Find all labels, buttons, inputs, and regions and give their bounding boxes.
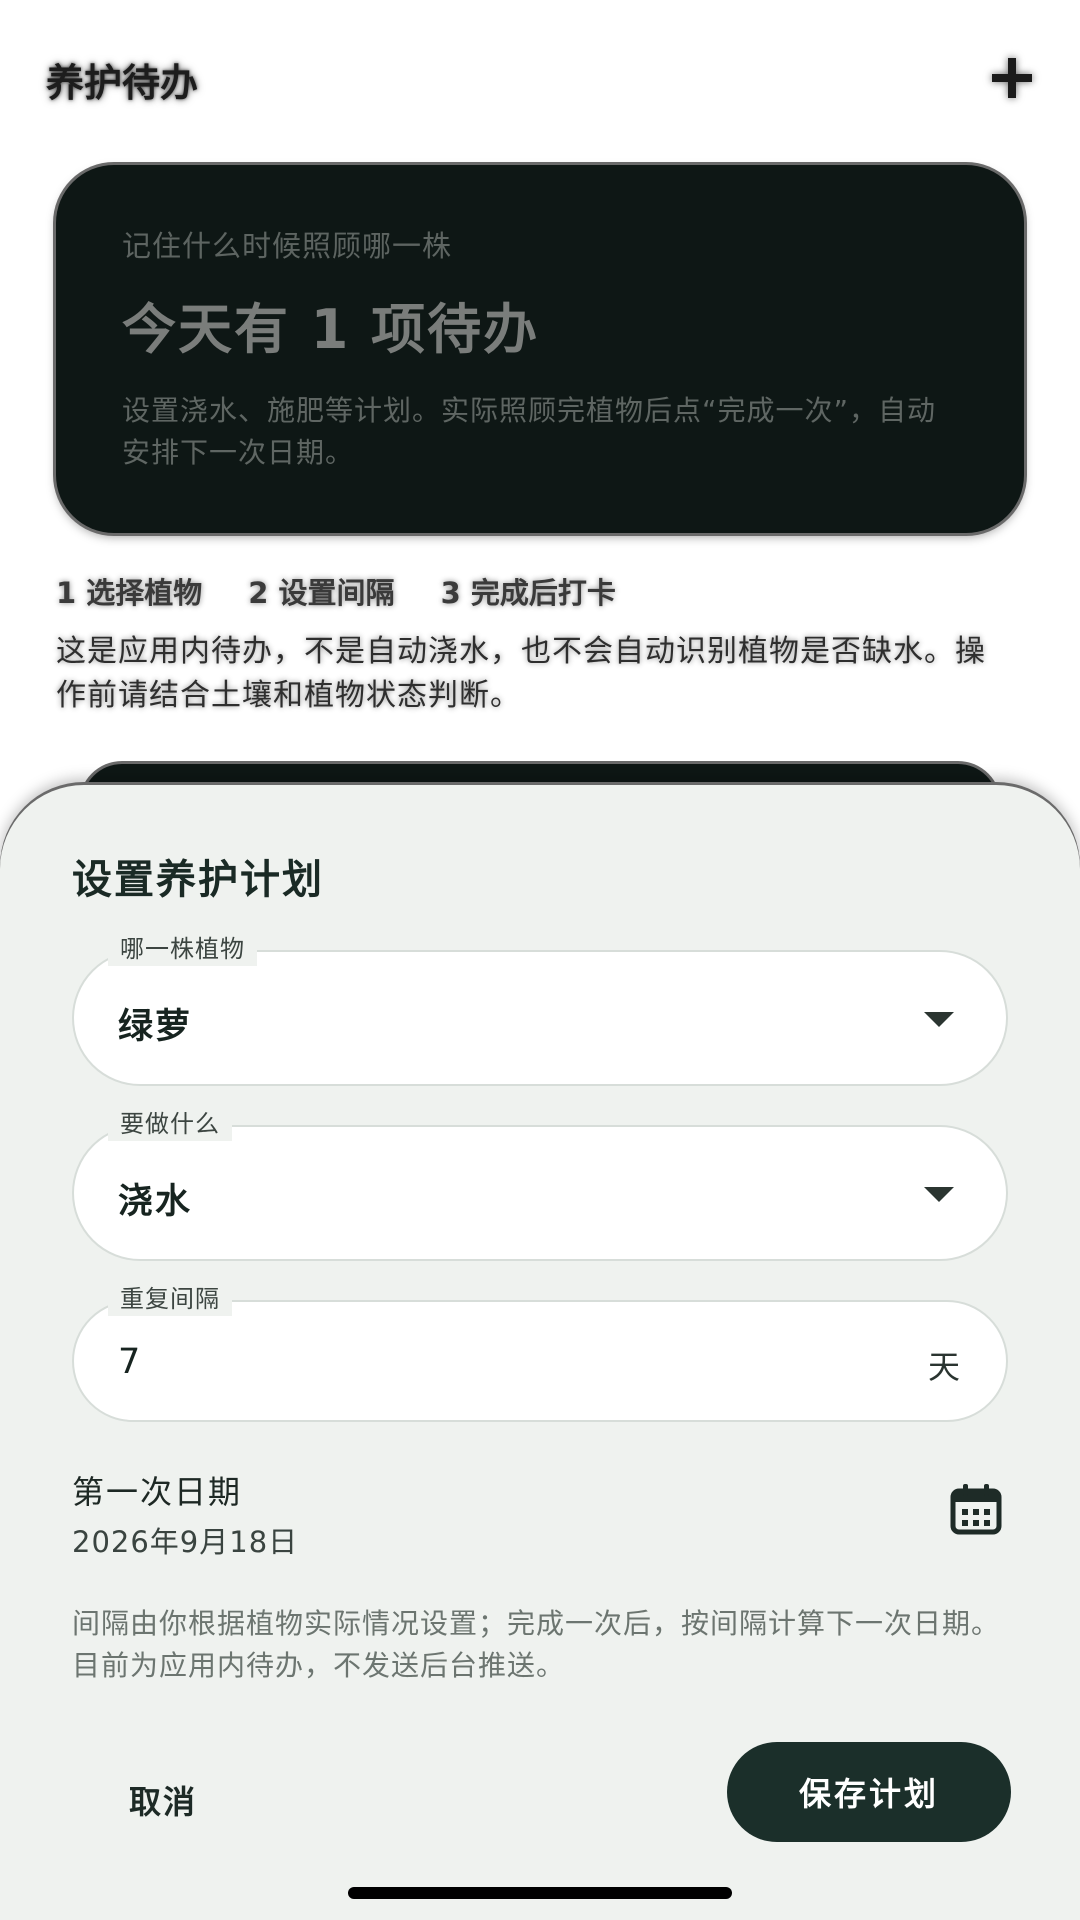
sheet-title: 设置养护计划 (72, 857, 324, 903)
first-date-row[interactable]: 第一次日期 2026年9月18日 (72, 1467, 1008, 1567)
cancel-button[interactable]: 取消 (98, 1765, 228, 1835)
plus-icon (992, 58, 1032, 98)
calendar-button[interactable] (944, 1477, 1008, 1541)
interval-input-label: 重复间隔 (108, 1282, 232, 1316)
step-item: 3 完成后打卡 (440, 576, 616, 610)
screen: 养护待办 记住什么时候照顾哪一株 今天有 1 项待办 设置浇水、施肥等计划。实际… (0, 0, 1080, 1920)
plant-select-value: 绿萝 (118, 1007, 193, 1047)
app-bar: 养护待办 (0, 0, 1080, 150)
interval-input-value[interactable]: 7 (118, 1342, 142, 1382)
task-select[interactable]: 要做什么 浇水 (72, 1107, 1008, 1261)
plant-select-label: 哪一株植物 (108, 932, 257, 966)
interval-unit: 天 (927, 1348, 960, 1386)
task-select-value: 浇水 (118, 1182, 193, 1222)
summary-card: 记住什么时候照顾哪一株 今天有 1 项待办 设置浇水、施肥等计划。实际照顾完植物… (56, 165, 1024, 533)
step-list: 1 选择植物 2 设置间隔 3 完成后打卡 (56, 570, 616, 610)
chevron-down-icon (924, 1012, 954, 1027)
calendar-icon (950, 1484, 1002, 1535)
first-date-value: 2026年9月18日 (72, 1525, 299, 1559)
summary-kicker: 记住什么时候照顾哪一株 (122, 229, 453, 263)
add-button[interactable] (984, 50, 1040, 106)
page-title: 养护待办 (46, 61, 199, 105)
chevron-down-icon (924, 1187, 954, 1202)
summary-title: 今天有 1 项待办 (122, 298, 540, 361)
step-item: 1 选择植物 (56, 576, 203, 610)
save-plan-button[interactable]: 保存计划 (727, 1742, 1011, 1842)
first-date-label: 第一次日期 (72, 1473, 243, 1511)
summary-description: 设置浇水、施肥等计划。实际照顾完植物后点“完成一次”，自动安排下一次日期。 (122, 394, 937, 469)
home-indicator[interactable] (348, 1887, 732, 1899)
notice-text: 这是应用内待办，不是自动浇水，也不会自动识别植物是否缺水。操作前请结合土壤和植物… (56, 634, 986, 713)
care-plan-sheet: 设置养护计划 哪一株植物 绿萝 要做什么 浇水 重复间隔 7 天 第一次日期 2… (0, 785, 1080, 1920)
hint-text: 间隔由你根据植物实际情况设置；完成一次后，按间隔计算下一次日期。目前为应用内待办… (72, 1607, 1001, 1682)
task-select-label: 要做什么 (108, 1107, 232, 1141)
plant-select[interactable]: 哪一株植物 绿萝 (72, 932, 1008, 1086)
interval-input[interactable]: 重复间隔 7 天 (72, 1282, 1008, 1422)
step-item: 2 设置间隔 (248, 576, 395, 610)
